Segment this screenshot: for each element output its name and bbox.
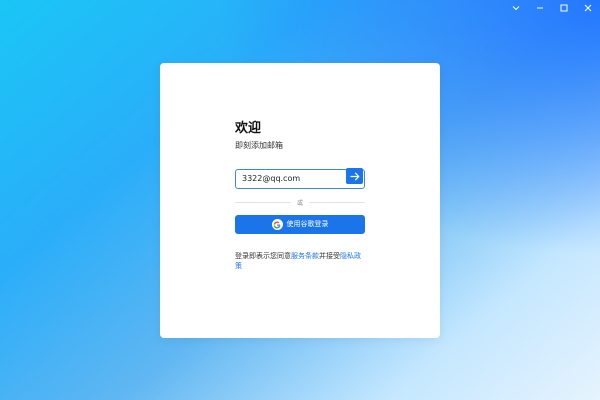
- login-form: 欢迎 即刻添加邮箱 或 使用谷歌登录 登录即表示您同: [235, 121, 366, 271]
- page-subtitle: 即刻添加邮箱: [235, 141, 283, 150]
- terms-middle: 并接受: [319, 252, 340, 260]
- close-button[interactable]: [576, 0, 600, 16]
- window-controls: [504, 0, 600, 16]
- divider-line-right: [309, 201, 366, 203]
- close-icon: [584, 4, 592, 12]
- page-title: 欢迎: [235, 121, 262, 136]
- submit-email-button[interactable]: [346, 168, 363, 184]
- or-divider: 或: [235, 197, 366, 207]
- minimize-button[interactable]: [528, 0, 552, 16]
- terms-prefix: 登录即表示您同意: [235, 252, 291, 260]
- terms-notice: 登录即表示您同意服务条款并接受隐私政策: [235, 252, 365, 271]
- email-row: [235, 166, 365, 189]
- minimize-icon: [537, 7, 543, 9]
- arrow-right-icon: [349, 172, 359, 180]
- google-badge: [271, 219, 283, 230]
- google-g-icon: [273, 221, 281, 228]
- google-login-label: 使用谷歌登录: [286, 220, 329, 228]
- login-card: 欢迎 即刻添加邮箱 或 使用谷歌登录 登录即表示您同: [160, 63, 440, 338]
- chevron-down-icon: [512, 6, 520, 11]
- maximize-button[interactable]: [552, 0, 576, 16]
- maximize-icon: [560, 4, 568, 12]
- google-login-button[interactable]: 使用谷歌登录: [235, 215, 365, 234]
- divider-line-left: [235, 201, 291, 203]
- chevron-down-button[interactable]: [504, 0, 528, 16]
- divider-text: 或: [297, 199, 304, 207]
- terms-of-service-link[interactable]: 服务条款: [291, 252, 319, 260]
